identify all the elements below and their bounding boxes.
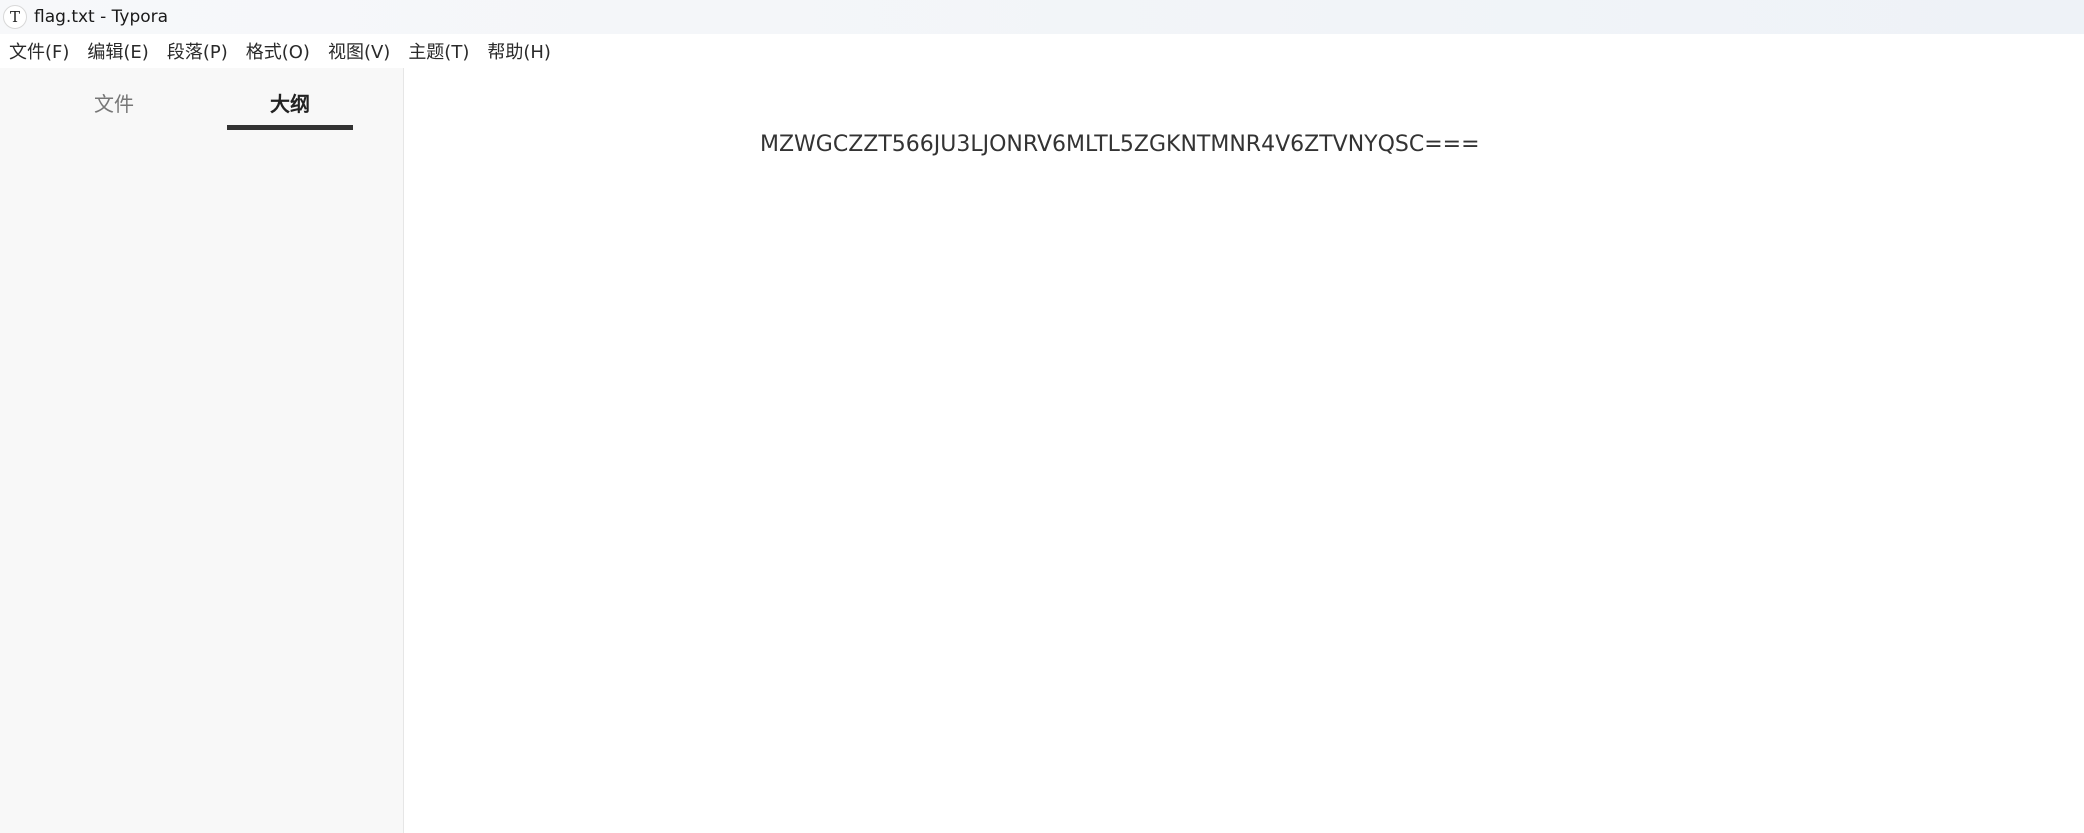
menu-paragraph[interactable]: 段落(P) [158, 38, 237, 64]
active-tab-indicator [227, 125, 353, 130]
menu-bar: 文件(F) 编辑(E) 段落(P) 格式(O) 视图(V) 主题(T) 帮助(H… [0, 34, 2084, 68]
menu-theme[interactable]: 主题(T) [399, 38, 478, 64]
menu-help[interactable]: 帮助(H) [478, 38, 560, 64]
window-title: flag.txt - Typora [34, 7, 169, 27]
typora-app-icon: T [3, 5, 27, 29]
menu-format[interactable]: 格式(O) [237, 38, 319, 64]
tab-outline[interactable]: 大纲 [227, 88, 353, 117]
menu-view[interactable]: 视图(V) [319, 38, 399, 64]
title-bar: T flag.txt - Typora [0, 0, 2084, 34]
menu-file[interactable]: 文件(F) [0, 38, 78, 64]
sidebar: 文件 大纲 [0, 68, 404, 833]
document-text[interactable]: MZWGCZZT566JU3LJONRV6MLTL5ZGKNTMNR4V6ZTV… [760, 132, 1480, 157]
editor-area[interactable]: MZWGCZZT566JU3LJONRV6MLTL5ZGKNTMNR4V6ZTV… [405, 68, 2084, 833]
tab-files[interactable]: 文件 [91, 88, 137, 117]
menu-edit[interactable]: 编辑(E) [78, 38, 157, 64]
